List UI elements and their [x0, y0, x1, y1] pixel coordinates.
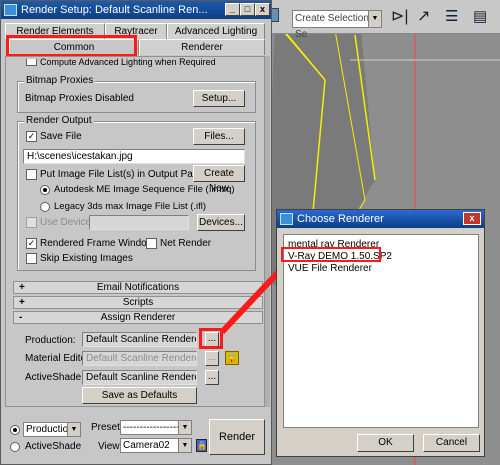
bitmap-proxies-title: Bitmap Proxies — [24, 75, 96, 86]
rendered-frame-window-label: Rendered Frame Window — [40, 238, 154, 249]
cancel-button[interactable]: Cancel — [423, 434, 480, 452]
legacy-label: Legacy 3ds max Image File List (.ifl) — [54, 201, 207, 212]
use-device-checkbox[interactable] — [26, 217, 37, 228]
selection-set-dropdown[interactable]: Create Selection Se ▼ — [292, 10, 382, 40]
assign-renderer-rollout[interactable]: - Assign Renderer — [13, 311, 263, 324]
email-notifications-label: Email Notifications — [96, 282, 180, 293]
chevron-down-icon: ▼ — [178, 439, 191, 452]
plus-icon: + — [19, 282, 25, 293]
minus-icon: - — [19, 312, 23, 323]
chevron-down-icon: ▼ — [178, 421, 191, 434]
production-renderer-field: Default Scanline Renderer — [82, 332, 197, 347]
scripts-rollout[interactable]: + Scripts — [13, 296, 263, 309]
scripts-label: Scripts — [122, 297, 154, 308]
activeshade-mode-label: ActiveShade — [25, 441, 82, 452]
legacy-radio[interactable] — [40, 202, 50, 212]
autodesk-radio[interactable] — [40, 185, 50, 195]
create-now-button[interactable]: Create Now — [193, 165, 245, 194]
advanced-lighting-label: Compute Advanced Lighting when Required — [40, 57, 216, 67]
put-image-checkbox[interactable] — [26, 169, 37, 180]
save-file-checkbox[interactable]: ✓ — [26, 131, 37, 142]
net-render-label: Net Render — [160, 238, 212, 249]
tab-advanced-lighting[interactable]: Advanced Lighting — [167, 23, 265, 39]
device-field — [89, 215, 189, 230]
view-text: Camera02 — [123, 440, 170, 451]
chevron-down-icon: ▼ — [67, 423, 80, 436]
common-tab-highlight — [6, 35, 137, 57]
put-image-label: Put Image File List(s) in Output Path(s) — [40, 169, 213, 180]
autodesk-label: Autodesk ME Image Sequence File (.imsq) — [54, 184, 235, 195]
use-device-label: Use Device — [40, 217, 92, 228]
material-editor-browse-button[interactable]: ... — [205, 351, 219, 366]
graph-editor-icon[interactable]: ▤ — [473, 8, 487, 26]
render-setup-window: Render Setup: Default Scanline Ren... _ … — [0, 0, 272, 465]
email-notifications-rollout[interactable]: + Email Notifications — [13, 281, 263, 294]
activeshade-renderer-field: Default Scanline Renderer — [82, 370, 197, 385]
scrollbar[interactable] — [265, 56, 270, 407]
main-toolbar: Create Selection Se ▼ ⊳| ↗ ☰ ▤ — [265, 0, 500, 40]
render-output-title: Render Output — [24, 115, 94, 126]
view-dropdown[interactable]: Camera02 ▼ — [120, 438, 192, 453]
activeshade-browse-button[interactable]: ... — [205, 370, 219, 385]
chevron-down-icon: ▼ — [368, 11, 381, 27]
view-label: View: — [98, 441, 123, 452]
render-button[interactable]: Render — [209, 419, 265, 455]
material-editor-renderer-field: Default Scanline Renderer — [82, 351, 197, 366]
assign-renderer-label: Assign Renderer — [100, 312, 176, 323]
setup-button[interactable]: Setup... — [193, 90, 245, 107]
skip-existing-label: Skip Existing Images — [40, 253, 133, 264]
ok-button[interactable]: OK — [357, 434, 414, 452]
output-path-field[interactable]: H:\scenes\icestakan.jpg — [23, 149, 245, 164]
activeshade-mode-radio[interactable] — [10, 442, 20, 452]
browse-button-highlight — [199, 328, 223, 349]
close-button[interactable]: x — [255, 3, 270, 16]
production-mode-radio[interactable] — [10, 425, 20, 435]
app-icon — [280, 213, 293, 225]
preset-dropdown[interactable]: ------------------- ▼ — [120, 420, 192, 435]
devices-button[interactable]: Devices... — [197, 214, 245, 231]
renderer-list[interactable]: mental ray Renderer V-Ray DEMO 1.50.SP2 … — [283, 234, 479, 428]
dialog-title: Choose Renderer — [297, 213, 384, 225]
preset-label: Preset: — [91, 422, 123, 433]
choose-renderer-titlebar: Choose Renderer x — [277, 210, 484, 228]
production-label: Production: — [25, 335, 76, 346]
save-file-label: Save File — [40, 131, 82, 142]
list-item[interactable]: VUE File Renderer — [288, 263, 372, 274]
tab-renderer[interactable]: Renderer — [139, 39, 265, 55]
advanced-lighting-checkbox[interactable] — [26, 59, 37, 66]
choose-renderer-dialog: Choose Renderer x mental ray Renderer V-… — [276, 209, 485, 457]
rendered-frame-window-checkbox[interactable]: ✓ — [26, 238, 37, 249]
save-as-defaults-button[interactable]: Save as Defaults — [82, 387, 197, 404]
bitmap-proxies-status: Bitmap Proxies Disabled — [25, 93, 134, 104]
net-render-checkbox[interactable] — [146, 238, 157, 249]
mirror-icon[interactable]: ⊳| — [391, 8, 409, 26]
files-button[interactable]: Files... — [193, 128, 245, 145]
align-icon[interactable]: ↗ — [417, 8, 430, 26]
vray-item-highlight — [281, 247, 381, 262]
app-icon — [4, 4, 17, 16]
preset-text: ------------------- — [123, 422, 187, 433]
lock-icon[interactable]: 🔒 — [225, 351, 239, 365]
plus-icon: + — [19, 297, 25, 308]
production-mode-dropdown[interactable]: Production ▼ — [23, 422, 81, 437]
skip-existing-checkbox[interactable] — [26, 253, 37, 264]
minimize-button[interactable]: _ — [225, 3, 240, 16]
view-lock-icon[interactable]: 🔒 — [196, 439, 207, 452]
close-button[interactable]: x — [463, 212, 481, 225]
maximize-button[interactable]: □ — [240, 3, 255, 16]
render-setup-titlebar: Render Setup: Default Scanline Ren... _ … — [1, 1, 271, 19]
layer-manager-icon[interactable]: ☰ — [445, 8, 458, 26]
activeshade-label: ActiveShade: — [25, 372, 84, 383]
window-title: Render Setup: Default Scanline Ren... — [21, 4, 208, 16]
